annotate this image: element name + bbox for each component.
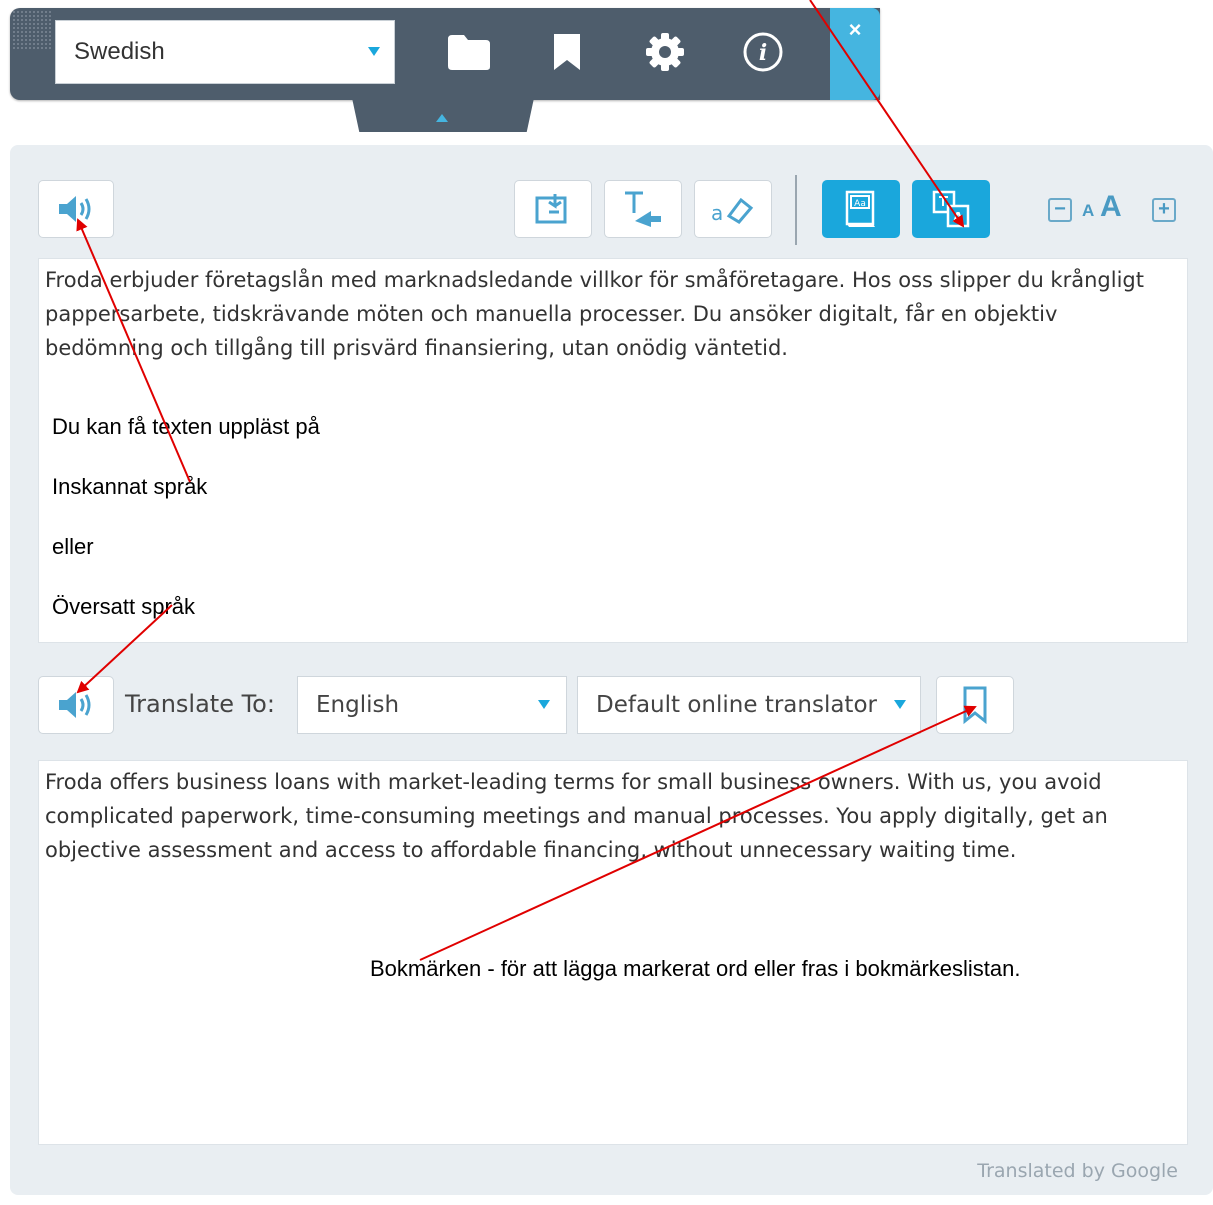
text-arrow-icon [625,191,661,227]
dictionary-button[interactable]: Aa [822,180,900,238]
chevron-down-icon [894,700,906,709]
chevron-down-icon [538,700,550,709]
translated-text: Froda offers business loans with market-… [45,770,1108,862]
close-button[interactable]: × [830,8,880,100]
source-text-area[interactable]: Froda erbjuder företagslån med marknadsl… [38,258,1188,643]
paste-icon [535,194,567,224]
font-increase-button[interactable]: + [1152,198,1176,222]
translated-text-area[interactable]: Froda offers business loans with market-… [38,760,1188,1145]
font-small-label: A [1082,201,1095,220]
language-select-value: Swedish [74,38,165,65]
note-read-aloud: Du kan få texten uppläst på [52,414,320,439]
chevron-down-icon [368,47,380,56]
translator-select[interactable]: Default online translator [577,676,921,734]
read-translation-button[interactable] [38,676,114,734]
svg-text:a: a [711,201,723,225]
font-decrease-button[interactable]: − [1048,198,1072,222]
speaker-icon [59,692,91,718]
gear-icon[interactable] [638,26,692,78]
translate-to-label: Translate To: [125,690,275,718]
source-text: Froda erbjuder företagslån med marknadsl… [45,268,1144,360]
note-translated-language: Översatt språk [52,594,196,619]
grip-pattern[interactable] [12,10,52,50]
translated-by-label: Translated by Google [977,1160,1178,1182]
clear-button[interactable]: a [694,180,772,238]
paste-button[interactable] [514,180,592,238]
collapse-toolbar-tab[interactable] [352,98,534,132]
note-scanned-language: Inskannat språk [52,474,208,499]
target-language-value: English [316,692,400,718]
top-toolbar: Swedish i [10,8,880,100]
speaker-icon [59,196,91,222]
chevron-up-icon [436,114,448,122]
toolbar-divider [795,175,797,245]
translate-toggle-button[interactable]: A [912,180,990,238]
svg-text:i: i [759,40,767,66]
translator-value: Default online translator [596,692,877,718]
bookmark-icon [963,686,987,725]
add-bookmark-button[interactable] [936,676,1014,734]
note-or: eller [52,534,94,559]
eraser-icon: a [711,197,754,225]
dictionary-icon: Aa [845,190,875,227]
svg-text:A: A [953,211,963,226]
folder-icon[interactable] [442,26,496,78]
font-large-label: A [1100,190,1122,223]
svg-text:Aa: Aa [854,199,866,209]
language-select[interactable]: Swedish [55,20,395,84]
bookmark-icon[interactable] [540,26,594,78]
translate-icon: A [932,190,970,228]
info-icon[interactable]: i [736,26,790,78]
read-source-button[interactable] [38,180,114,238]
target-language-select[interactable]: English [297,676,567,734]
note-bookmarks: Bokmärken - för att lägga markerat ord e… [370,956,1021,981]
text-to-translate-button[interactable] [604,180,682,238]
